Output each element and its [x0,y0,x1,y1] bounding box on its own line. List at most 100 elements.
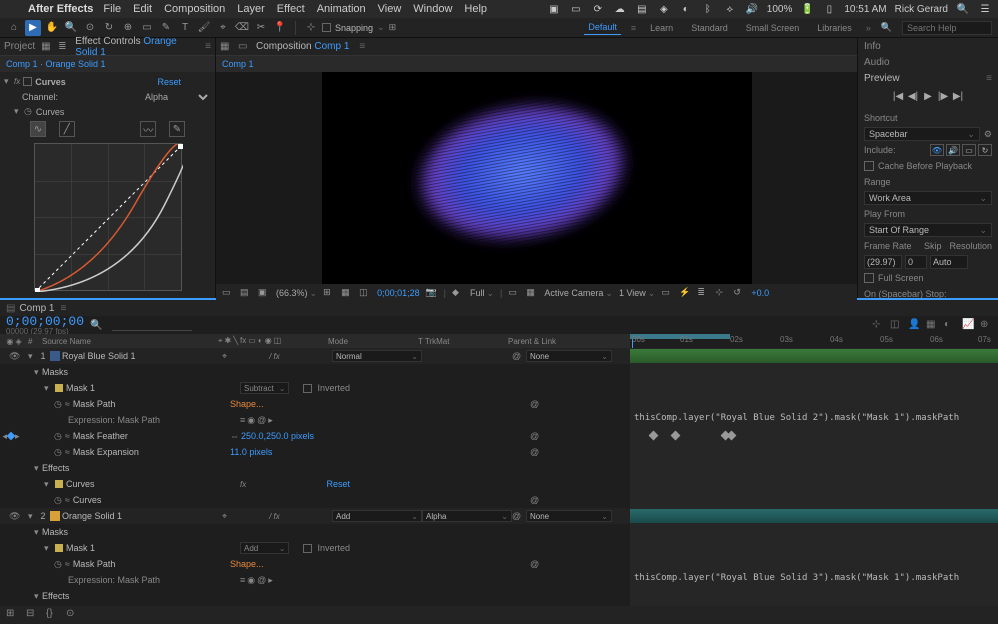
expression-enable-icon[interactable]: ≡ [240,415,245,425]
cloud-icon[interactable]: ☁ [613,3,627,15]
timeline-tab-menu-icon[interactable]: ≡ [60,303,66,314]
next-frame-button[interactable]: |▶ [937,90,949,102]
res-icon[interactable]: ⊞ [323,287,335,299]
layer-row[interactable]: 👁 ▾ 1 Royal Blue Solid 1 ⌖ / fx Normal⌄ … [0,348,998,364]
time-ruler[interactable]: 00s 01s 02s 03s 04s 05s 06s 07s [630,334,998,348]
fx-badge-icon[interactable]: fx [240,480,246,489]
property-row[interactable]: ▾Effects [0,588,998,604]
views-dropdown[interactable]: 1 View⌄ [619,288,655,299]
composition-viewer[interactable] [216,72,857,284]
camera-dropdown[interactable]: Active Camera⌄ [544,288,613,299]
framerate-field[interactable]: (29.97) [864,255,902,269]
property-name[interactable]: Mask Path [73,399,116,409]
menu-composition[interactable]: Composition [164,3,225,15]
frame-blend-icon[interactable]: ▦ [926,319,938,331]
clone-tool-icon[interactable]: ⌖ [215,20,231,36]
keyframe-stopwatch-icon[interactable]: ◷ [24,106,32,117]
playfrom-dropdown[interactable]: Start Of Range⌄ [864,223,992,237]
shy-switch-icon[interactable]: ⌖ [222,511,227,522]
eraser-tool-icon[interactable]: ⌫ [234,20,250,36]
expression-graph-icon[interactable]: ◉ [247,415,255,426]
expression-link-icon[interactable]: ≈ [65,399,70,409]
wifi-icon[interactable]: ⟡ [723,3,737,15]
property-row[interactable]: ▾CurvesfxReset [0,476,998,492]
pixel-aspect-icon[interactable]: ▭ [661,287,673,299]
graph-editor-icon[interactable]: 📈 [962,319,974,331]
property-row[interactable]: ▾Effects [0,460,998,476]
property-row[interactable]: ▾Masks [0,364,998,380]
property-name[interactable]: Curves [73,495,102,505]
comp-mini-flowchart-icon[interactable]: ⊹ [872,319,884,331]
brainstorm-icon[interactable]: ⊕ [980,319,992,331]
shape-tool-icon[interactable]: ▭ [139,20,155,36]
col-trkmat[interactable]: T TrkMat [418,337,508,346]
range-dropdown[interactable]: Work Area⌄ [864,191,992,205]
brush-tool-icon[interactable]: 🖌 [196,20,212,36]
channel-dropdown[interactable]: Alpha [141,91,211,103]
app-name[interactable]: After Effects [28,3,93,15]
guide-icon[interactable]: ◫ [359,287,371,299]
hand-tool-icon[interactable]: ✋ [44,20,60,36]
menu-file[interactable]: File [103,3,121,15]
property-row[interactable]: ◷≈Mask PathShape...@ [0,396,998,412]
stocks-icon[interactable]: ▤ [635,3,649,15]
col-mode[interactable]: Mode [328,337,418,346]
project-tab[interactable]: Project [4,41,35,52]
pen-tool-icon[interactable]: ✎ [158,20,174,36]
pickwhip-icon[interactable]: @ [530,495,540,505]
zoom-dropdown[interactable]: (66.3%)⌄ [276,288,317,299]
shortcut-dropdown[interactable]: Spacebar⌄ [864,127,980,141]
col-parent[interactable]: Parent & Link [508,337,608,346]
property-name[interactable]: Mask Expansion [73,447,139,457]
panel-grid-icon[interactable]: ▭ [238,41,250,53]
property-value[interactable]: Shape... [230,399,264,409]
menu-window[interactable]: Window [413,3,452,15]
property-name[interactable]: Curves [66,479,95,489]
timeline-tab-icon[interactable]: ▤ [6,303,15,314]
visibility-icon[interactable]: 👁 [9,511,19,521]
keyframe-icon[interactable] [671,431,681,441]
magnify-icon[interactable]: ▭ [222,287,234,299]
menu-help[interactable]: Help [464,3,487,15]
shy-switch-icon[interactable]: ⌖ [222,351,227,362]
include-video-icon[interactable]: 👁 [930,144,944,156]
pickwhip-icon[interactable]: @ [530,431,540,441]
channel-icon[interactable]: ◆ [452,287,464,299]
expression-link-icon[interactable]: ≈ [65,495,70,505]
inverted-checkbox[interactable] [303,544,312,553]
menu-effect[interactable]: Effect [277,3,305,15]
linear-curve-tool[interactable]: ╱ [59,121,75,137]
expression-text[interactable]: thisComp.layer("Royal Blue Solid 3").mas… [634,573,959,583]
panel-grid-icon[interactable]: ▦ [41,41,52,53]
render-time-icon[interactable]: ⊙ [66,608,80,622]
battery-icon[interactable]: 🔋 [800,3,814,15]
first-frame-button[interactable]: |◀ [892,90,904,102]
mask-mode-dropdown[interactable]: Subtract⌄ [240,382,289,394]
property-row[interactable]: ▾Masks [0,524,998,540]
blend-mode-dropdown[interactable]: Add⌄ [332,510,422,522]
toggle-in-out-icon[interactable]: {} [46,608,60,622]
property-row[interactable]: Expression: Mask Path≡ ◉ @ ▸thisComp.lay… [0,412,998,428]
home-icon[interactable]: ⌂ [6,20,22,36]
twirl-icon[interactable]: ▾ [14,106,24,117]
stopwatch-icon[interactable]: ◷ [54,399,62,410]
property-row[interactable]: ◷≈Mask PathShape...@ [0,556,998,572]
expression-pickwhip-icon[interactable]: @ [257,415,266,425]
zoom-tool-icon[interactable]: 🔍 [63,20,79,36]
mask-vis-icon[interactable]: ▣ [258,287,270,299]
include-overlay-icon[interactable]: ▭ [962,144,976,156]
col-source-name[interactable]: Source Name [42,337,218,346]
layer-color-chip[interactable] [50,351,60,361]
expression-lang-icon[interactable]: ▸ [268,415,273,426]
property-row[interactable]: ▾Mask 1Subtract⌄Inverted [0,380,998,396]
twirl-icon[interactable]: ▾ [34,527,42,538]
layer-duration-bar[interactable] [630,349,998,363]
motion-blur-icon[interactable]: ◐ [944,319,956,331]
property-row[interactable]: ◷≈Mask Expansion11.0 pixels@ [0,444,998,460]
property-value[interactable]: 11.0 pixels [230,447,272,457]
layer-name[interactable]: Orange Solid 1 [62,511,122,521]
reset-exp-icon[interactable]: ↺ [733,287,745,299]
twirl-icon[interactable]: ▾ [28,351,36,362]
selection-tool-icon[interactable]: ▶ [25,20,41,36]
info-panel-header[interactable]: Info [858,38,998,54]
